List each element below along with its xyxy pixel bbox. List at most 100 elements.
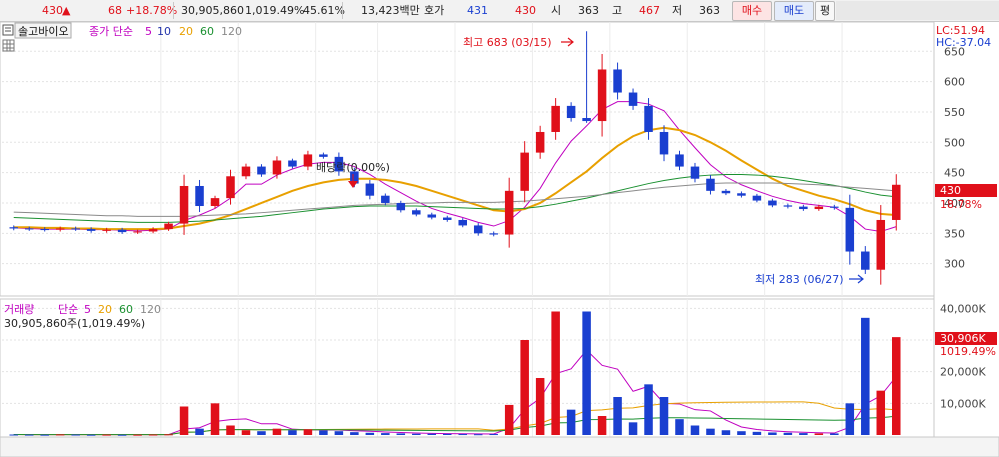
volume-tick-label: 20,000K (940, 366, 986, 379)
candle-body (102, 229, 111, 231)
volume: 30,905,860 (181, 4, 244, 17)
volume-bar (412, 433, 421, 435)
candle-body (861, 251, 870, 270)
ask-price: 431 (467, 4, 488, 17)
ma120-label: 120 (221, 25, 242, 38)
candle-body (721, 190, 731, 194)
volume-bar (861, 317, 870, 435)
price-tick-label: 500 (944, 136, 965, 149)
candle-body (489, 233, 498, 235)
candle-body (566, 105, 576, 119)
candle-body (613, 69, 622, 93)
open-label: 시 (551, 4, 562, 17)
price-tick-label: 600 (944, 76, 965, 89)
candle-body (783, 205, 793, 207)
candle-body (133, 231, 142, 233)
volume-ma-label: 단순 (58, 303, 78, 316)
candle-body (179, 185, 189, 224)
volume-bar (272, 428, 282, 435)
candle-body (690, 166, 700, 179)
candle-body (195, 185, 204, 207)
toolbar-filler (836, 1, 999, 20)
candle-body (675, 154, 684, 167)
candle-body (535, 131, 545, 153)
volume-bar (86, 434, 96, 436)
flat-button[interactable]: 평 (815, 1, 835, 21)
bid-price: 430 (515, 4, 536, 17)
candle-body (226, 176, 235, 199)
current-price-tag-text: 430 (940, 184, 961, 197)
volume-bar (876, 390, 886, 435)
vol-ma20-label: 20 (98, 303, 112, 316)
price-panel (0, 22, 935, 297)
candle-body (628, 92, 638, 106)
volume-ratio: 1,019.49% (245, 4, 305, 17)
volume-tick-label: 10,000K (940, 397, 986, 410)
volume-bar (675, 419, 684, 435)
candle-body (659, 131, 669, 155)
stock-chart: 300350400450500550600650 10,000K20,000K3… (0, 22, 999, 457)
volume-bar (443, 433, 452, 435)
date-axis-bar (0, 436, 999, 457)
volume-bar (117, 434, 127, 436)
candle-body (443, 217, 452, 220)
low-annotation: 최저 283 (06/27) (755, 273, 844, 286)
candle-body (412, 210, 421, 215)
candle-body (148, 229, 158, 232)
candle-body (241, 166, 251, 177)
grid-toggle-icon[interactable] (2, 24, 14, 36)
low-label: 저 (672, 4, 683, 17)
volume-bar (427, 433, 437, 435)
candle-body (845, 207, 855, 252)
volume-bar (226, 425, 235, 435)
candle-body (597, 69, 607, 122)
candle-body (164, 223, 173, 230)
volume-bar (737, 431, 746, 435)
price-tick-label: 450 (944, 167, 965, 180)
price-change-pct: +18.78% (126, 4, 178, 17)
volume-bar (133, 434, 142, 436)
candle-body (768, 200, 777, 206)
vol-ma60-label: 60 (119, 303, 133, 316)
candle-body (876, 219, 886, 270)
volume-bar (830, 433, 839, 435)
ma60-label: 60 (200, 25, 214, 38)
vol-ma120-label: 120 (140, 303, 161, 316)
volume-bar (597, 416, 607, 435)
volume-bar (644, 384, 653, 435)
stock-name: 솔고바이오 (18, 25, 69, 38)
candle-body (814, 206, 824, 210)
high-label: 고 (612, 4, 623, 17)
open-price: 363 (578, 4, 599, 17)
volume-bar (473, 434, 483, 436)
buy-button[interactable]: 매수 (732, 1, 772, 21)
volume-bar (690, 425, 700, 435)
candle-body (458, 219, 467, 226)
volume-bar (504, 404, 514, 435)
volume-bar (257, 431, 266, 435)
price-tick-label: 300 (944, 258, 965, 271)
volume-bar (566, 409, 576, 435)
sell-button[interactable]: 매도 (774, 1, 814, 21)
ma20-label: 20 (179, 25, 193, 38)
high-annotation: 최고 683 (03/15) (463, 36, 552, 49)
candle-body (319, 154, 328, 157)
volume-bar (752, 431, 762, 435)
candle-body (40, 229, 49, 231)
low-price: 363 (699, 4, 720, 17)
table-icon[interactable] (2, 39, 15, 52)
candle-body (381, 195, 390, 203)
volume-bar (582, 311, 591, 435)
current-price: 430 (42, 4, 63, 17)
candle-body (272, 160, 282, 175)
candle-body (9, 227, 18, 229)
volume-title: 거래량 (4, 303, 34, 316)
volume-bar (892, 337, 901, 435)
candle-body (551, 105, 560, 132)
candle-body (55, 228, 65, 230)
dividend-annotation: 배당락(0.00%) (316, 161, 390, 174)
turnover-rate: 45.61% (303, 4, 345, 17)
candle-body (706, 178, 715, 191)
candle-body (86, 229, 96, 231)
candle-body (117, 229, 127, 233)
